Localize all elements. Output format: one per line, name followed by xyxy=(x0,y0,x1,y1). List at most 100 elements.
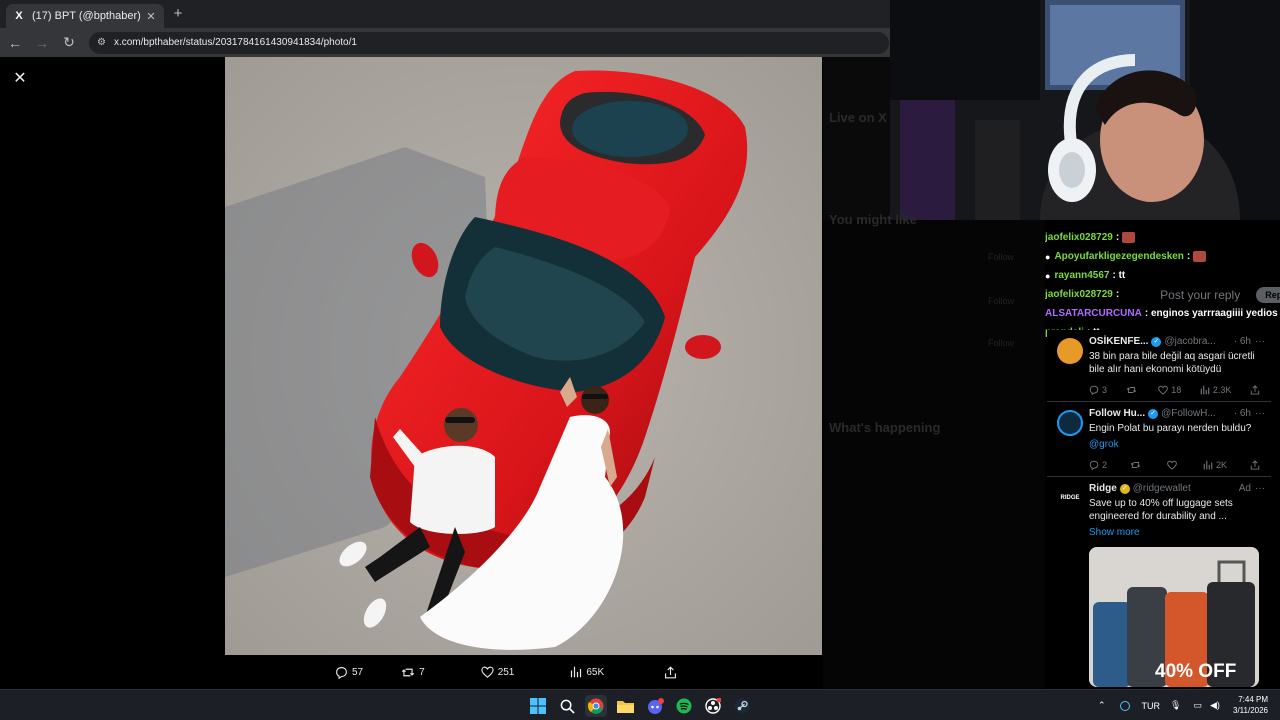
search-icon[interactable] xyxy=(556,695,578,717)
reply-count: 2 xyxy=(1102,460,1108,470)
repost-action[interactable]: 7 xyxy=(401,666,425,679)
chevron-up-icon[interactable]: ⌃ xyxy=(1098,700,1106,711)
chat-emote xyxy=(1122,232,1136,243)
drop-icon: ● xyxy=(1045,251,1051,262)
follow-button-3[interactable]: Follow xyxy=(988,338,1014,348)
post-author-name[interactable]: Ridge xyxy=(1089,483,1117,494)
views-icon xyxy=(1200,385,1210,395)
chat-message: : enginos yarrraagiiii yedios xyxy=(1144,308,1278,319)
chat-line: jaofelix028729 : Post your reply Reply xyxy=(1045,285,1280,304)
avatar[interactable] xyxy=(1057,338,1083,364)
reply-action[interactable]: 57 xyxy=(335,666,363,679)
steam-icon[interactable] xyxy=(731,695,753,717)
share-stat[interactable] xyxy=(1250,385,1263,395)
repost-stat[interactable] xyxy=(1130,460,1144,470)
post-time: · 6h xyxy=(1233,336,1251,347)
like-count: 18 xyxy=(1171,385,1182,395)
tab-close-icon[interactable]: ✕ xyxy=(144,10,158,23)
browser-tab[interactable]: X (17) BPT (@bpthaber) / X ✕ xyxy=(6,4,164,28)
reply-input-placeholder[interactable]: Post your reply xyxy=(1160,288,1240,302)
views-stat[interactable]: 2.3K xyxy=(1200,385,1232,395)
chat-line: ● rayann4567 : tt xyxy=(1045,266,1280,285)
chat-message: : xyxy=(1186,251,1191,262)
reply-count: 3 xyxy=(1102,385,1108,395)
chat-username: rayann4567 xyxy=(1054,270,1110,281)
reply-stat[interactable]: 3 xyxy=(1089,385,1107,395)
sync-icon[interactable] xyxy=(1119,700,1130,711)
close-viewer-button[interactable]: ✕ xyxy=(10,69,30,89)
views-stat[interactable]: 2K xyxy=(1203,460,1227,470)
reply-count: 57 xyxy=(352,666,364,678)
discord-icon[interactable] xyxy=(644,695,666,717)
like-action[interactable]: 251 xyxy=(481,666,514,678)
reply-stat[interactable]: 2 xyxy=(1089,460,1107,470)
post-author-name[interactable]: OSİKENFE... xyxy=(1089,336,1148,347)
forward-button[interactable]: → xyxy=(30,31,54,55)
clock-date: 3/11/2026 xyxy=(1233,706,1268,715)
chat-line: ALSATARCURCUNA : enginos yarrraagiiii ye… xyxy=(1045,304,1280,323)
reply-post[interactable]: OSİKENFE... ✓ @jacobra... · 6h ··· 38 bi… xyxy=(1047,330,1271,402)
post-author-handle: @jacobra... xyxy=(1164,336,1216,347)
ad-post[interactable]: RIDGE Ridge ✓ @ridgewallet Ad ··· Save u… xyxy=(1047,477,1271,689)
start-menu-icon[interactable] xyxy=(527,695,549,717)
post-text: Save up to 40% off luggage sets engineer… xyxy=(1089,498,1233,522)
more-options-icon[interactable]: ··· xyxy=(1255,336,1265,347)
url-text: x.com/bpthaber/status/203178416143094183… xyxy=(113,37,357,48)
reply-icon xyxy=(1089,385,1099,395)
share-stat[interactable] xyxy=(1250,460,1263,470)
views-count: 2.3K xyxy=(1212,385,1232,395)
like-stat[interactable]: 18 xyxy=(1158,385,1181,395)
repost-icon xyxy=(402,668,415,676)
language-indicator[interactable]: TUR xyxy=(1142,701,1161,711)
post-text: Engin Polat bu parayı nerden buldu? xyxy=(1089,423,1252,434)
microphone-icon[interactable]: 🎙 xyxy=(1170,700,1181,711)
share-icon xyxy=(1250,385,1260,395)
share-icon xyxy=(1250,460,1260,470)
like-stat[interactable] xyxy=(1167,460,1180,470)
live-heading: Live on X xyxy=(829,110,887,125)
post-author-name[interactable]: Follow Hu... xyxy=(1089,408,1145,419)
chat-username: jaofelix028729 xyxy=(1045,289,1113,300)
chrome-icon[interactable] xyxy=(585,695,607,717)
reply-post[interactable]: Follow Hu... ✓ @FollowH... · 6h ··· Engi… xyxy=(1047,402,1271,477)
volume-icon[interactable]: ◀) xyxy=(1210,700,1220,711)
drop-icon: ● xyxy=(1045,270,1051,281)
post-photo xyxy=(225,57,822,655)
reload-button[interactable]: ↻ xyxy=(57,31,81,55)
file-explorer-icon[interactable] xyxy=(614,695,636,717)
url-field[interactable]: ⚙ x.com/bpthaber/status/2031784161430941… xyxy=(89,31,889,54)
reply-feed: OSİKENFE... ✓ @jacobra... · 6h ··· 38 bi… xyxy=(1047,330,1271,689)
share-action[interactable] xyxy=(664,665,681,679)
obs-icon[interactable] xyxy=(702,695,724,717)
spotify-icon[interactable] xyxy=(673,695,695,717)
follow-button-1[interactable]: Follow xyxy=(988,252,1014,262)
ad-label: Ad xyxy=(1238,483,1251,494)
verified-badge-icon: ✓ xyxy=(1151,336,1162,347)
browser-tab-strip: X (17) BPT (@bpthaber) / X ✕ + xyxy=(0,0,890,28)
streamer-webcam xyxy=(890,0,1280,220)
more-options-icon[interactable]: ··· xyxy=(1255,408,1265,419)
reply-icon xyxy=(336,666,347,679)
ridge-logo[interactable]: RIDGE xyxy=(1057,485,1083,511)
post-time: · 6h xyxy=(1233,408,1251,419)
photo-action-bar: 57 7 251 65K xyxy=(335,663,715,681)
tab-title: (17) BPT (@bpthaber) / X xyxy=(32,10,144,22)
ad-image[interactable]: 40% OFF xyxy=(1089,547,1259,687)
clock[interactable]: 7:44 PM 3/11/2026 xyxy=(1233,694,1268,716)
back-button[interactable]: ← xyxy=(3,31,27,55)
post-text: 38 bin para bile değil aq asgari ücretli… xyxy=(1089,351,1255,375)
grok-mention-link[interactable]: @grok xyxy=(1089,438,1265,451)
follow-button-2[interactable]: Follow xyxy=(988,296,1014,306)
verified-badge-icon: ✓ xyxy=(1148,408,1159,419)
repost-count: 7 xyxy=(419,666,425,678)
new-tab-button[interactable]: + xyxy=(168,4,188,24)
show-more-link[interactable]: Show more xyxy=(1089,526,1265,539)
site-settings-icon[interactable]: ⚙ xyxy=(97,37,106,48)
network-icon[interactable]: ▭ xyxy=(1193,700,1202,711)
views-action[interactable]: 65K xyxy=(570,666,604,678)
repost-stat[interactable] xyxy=(1126,385,1140,395)
reply-button[interactable]: Reply xyxy=(1256,286,1280,303)
avatar[interactable] xyxy=(1057,410,1083,436)
repost-icon xyxy=(1126,387,1136,393)
more-options-icon[interactable]: ··· xyxy=(1255,483,1265,494)
